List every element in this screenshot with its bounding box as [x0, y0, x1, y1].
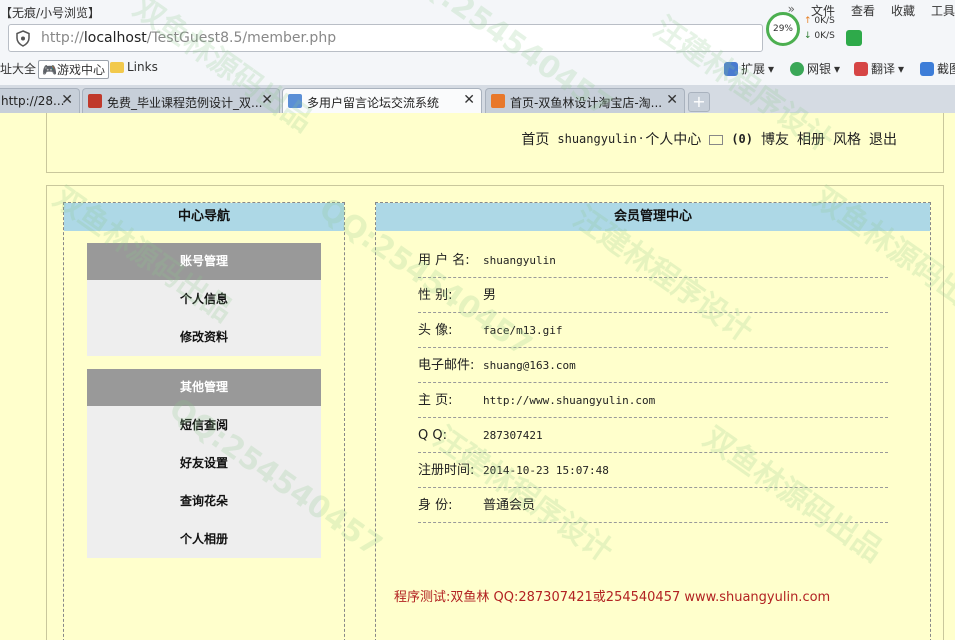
nav-album-link[interactable]: 相册 — [797, 129, 825, 149]
sidebar-title: 中心导航 — [64, 203, 344, 231]
member-panel: 会员管理中心 用 户 名: shuangyulin 性 别: 男 头 像: face/… — [375, 202, 931, 640]
tab-bar: http://28... ✕ 免费_毕业课程范例设计_双... ✕ 多用户留言论… — [0, 85, 955, 114]
nav-logout-link[interactable]: 退出 — [869, 129, 897, 149]
info-row-register-time: 注册时间: 2014-10-23 15:07:48 — [418, 453, 888, 488]
menu-group-account: 账号管理 个人信息 修改资料 — [87, 243, 321, 356]
menu-group-other: 其他管理 短信查阅 好友设置 查询花朵 个人相册 — [87, 369, 321, 558]
close-icon[interactable]: ✕ — [463, 92, 475, 108]
credit-text: 程序测试:双鱼林 QQ:287307421或254540457 www.shua… — [394, 590, 831, 605]
fav-sites[interactable]: 址大全 — [0, 60, 36, 77]
menu-tools[interactable]: 工具 — [931, 2, 955, 19]
new-tab-button[interactable]: + — [688, 92, 710, 112]
member-title: 会员管理中心 — [376, 203, 930, 231]
translate-button[interactable]: 翻译 ▾ — [854, 60, 904, 77]
translate-icon — [854, 61, 868, 76]
nav-username-link[interactable]: shuangyulin — [557, 132, 636, 146]
info-row-qq: Q Q: 287307421 — [418, 418, 888, 453]
sidebar-item-edit-profile[interactable]: 修改资料 — [87, 318, 321, 356]
menu-favorites[interactable]: 收藏 — [891, 2, 915, 19]
site-header: 首页 shuangyulin · 个人中心 (0) 博友 相册 风格 退出 — [46, 113, 944, 173]
main-container: 中心导航 账号管理 个人信息 修改资料 其他管理 短信查阅 好友设置 查询花朵 … — [46, 185, 944, 640]
screenshot-button[interactable]: 截图 — [920, 60, 955, 77]
site-favicon-icon — [88, 94, 102, 108]
chevron-down-icon: ▾ — [898, 61, 905, 76]
nav-friends-link[interactable]: 博友 — [761, 129, 789, 149]
header-nav: 首页 shuangyulin · 个人中心 (0) 博友 相册 风格 退出 — [521, 129, 897, 149]
close-icon[interactable]: ✕ — [61, 92, 73, 108]
scissors-icon — [920, 61, 934, 76]
fav-links[interactable]: Links — [110, 60, 158, 74]
page-favicon-icon — [288, 94, 302, 108]
nav-center-link[interactable]: 个人中心 — [645, 129, 701, 149]
extensions-button[interactable]: 扩展 ▾ — [724, 60, 774, 77]
nav-separator: · — [638, 131, 644, 147]
sidebar-item-flowers[interactable]: 查询花朵 — [87, 482, 321, 520]
tab-taobao-shop[interactable]: 首页-双鱼林设计淘宝店-淘... ✕ — [485, 88, 685, 113]
sidebar-item-friends[interactable]: 好友设置 — [87, 444, 321, 482]
chevron-down-icon: ▾ — [834, 61, 841, 76]
message-count[interactable]: (0) — [731, 132, 753, 146]
nav-style-link[interactable]: 风格 — [833, 129, 861, 149]
upload-speed: 0K/S — [814, 16, 835, 26]
info-row-homepage: 主 页: http://www.shuangyulin.com — [418, 383, 888, 418]
close-icon[interactable]: ✕ — [666, 92, 678, 108]
sidebar-item-profile[interactable]: 个人信息 — [87, 280, 321, 318]
upload-arrow-icon: ↑ — [804, 16, 812, 26]
close-icon[interactable]: ✕ — [261, 92, 273, 108]
info-row-avatar: 头 像: face/m13.gif — [418, 313, 888, 348]
info-row-username: 用 户 名: shuangyulin — [418, 243, 888, 278]
address-bar[interactable]: http://localhost/TestGuest8.5/member.php — [8, 24, 763, 52]
download-arrow-icon: ↓ — [804, 31, 812, 41]
envelope-icon[interactable] — [709, 135, 724, 145]
extensions-icon — [724, 61, 738, 76]
window-title: 【无痕/小号浏览】 — [0, 6, 101, 20]
menu-group-title: 其他管理 — [87, 369, 321, 406]
info-row-identity: 身 份: 普通会员 — [418, 488, 888, 523]
sidebar: 中心导航 账号管理 个人信息 修改资料 其他管理 短信查阅 好友设置 查询花朵 … — [63, 202, 345, 640]
nav-home-link[interactable]: 首页 — [521, 129, 549, 149]
info-row-email: 电子邮件: shuang@163.com — [418, 348, 888, 383]
sidebar-item-messages[interactable]: 短信查阅 — [87, 406, 321, 444]
gamepad-icon: 🎮 — [42, 63, 57, 77]
netbank-button[interactable]: 网银 ▾ — [790, 60, 840, 77]
browser-chrome: 【无痕/小号浏览】 » 文件 查看 收藏 工具 http://localhost… — [0, 0, 955, 114]
url-text[interactable]: http://localhost/TestGuest8.5/member.php — [41, 30, 336, 46]
info-row-gender: 性 别: 男 — [418, 278, 888, 313]
folder-icon — [110, 61, 124, 73]
tab-http[interactable]: http://28... ✕ — [0, 88, 80, 113]
menu-group-title: 账号管理 — [87, 243, 321, 280]
download-speed: 0K/S — [814, 31, 835, 41]
tab-forum-system[interactable]: 多用户留言论坛交流系统 ✕ — [282, 88, 482, 114]
netbank-icon — [790, 61, 804, 76]
net-percent: 29% — [766, 12, 800, 46]
chevron-down-icon: ▾ — [768, 61, 775, 76]
page-content: 首页 shuangyulin · 个人中心 (0) 博友 相册 风格 退出 中心… — [0, 113, 955, 640]
fav-games[interactable]: 🎮游戏中心 — [38, 60, 109, 79]
taobao-favicon-icon — [491, 94, 505, 108]
shield-icon — [16, 30, 30, 47]
sidebar-item-album[interactable]: 个人相册 — [87, 520, 321, 558]
tab-free-course[interactable]: 免费_毕业课程范例设计_双... ✕ — [82, 88, 280, 113]
extension-icon[interactable] — [846, 30, 862, 46]
favorites-bar: 址大全 🎮游戏中心 Links 扩展▾ 网银▾ 翻译▾ 截图 — [0, 56, 955, 82]
